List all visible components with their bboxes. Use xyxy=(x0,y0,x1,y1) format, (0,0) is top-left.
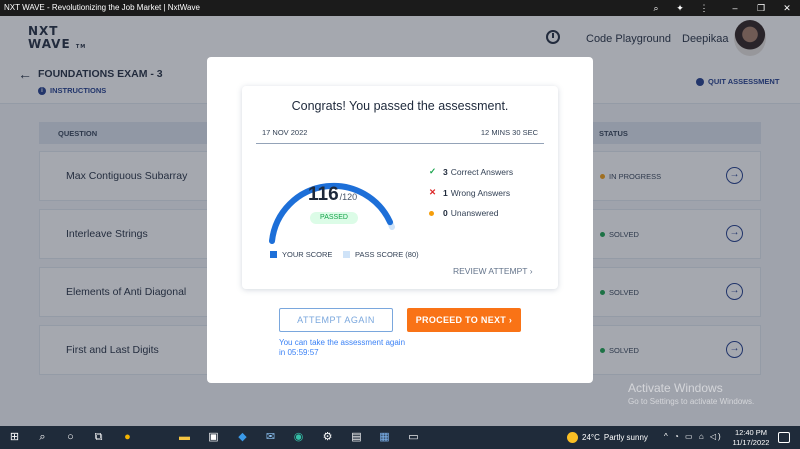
pass-score-swatch xyxy=(343,251,350,258)
your-score-swatch xyxy=(270,251,277,258)
wrong-answers-stat: ✕ 1 Wrong Answers xyxy=(429,187,510,198)
legend-your-score: YOUR SCORE xyxy=(270,250,332,259)
cortana-icon[interactable]: ○ xyxy=(64,431,77,444)
edge-icon[interactable]: ◉ xyxy=(292,431,305,444)
windows-start-icon[interactable]: ⊞ xyxy=(8,431,21,444)
temperature: 24°C xyxy=(582,433,600,442)
score-display: 116/120 xyxy=(308,184,357,206)
activate-windows-watermark: Activate Windows Go to Settings to activ… xyxy=(628,381,754,406)
review-attempt-label: REVIEW ATTEMPT xyxy=(453,266,528,276)
close-icon[interactable]: ✕ xyxy=(774,0,800,16)
retake-note: You can take the assessment again in 05:… xyxy=(279,338,406,357)
passed-badge: PASSED xyxy=(310,212,358,224)
score-total: /120 xyxy=(339,192,358,202)
dot-icon xyxy=(429,208,443,218)
app-icon[interactable]: ▤ xyxy=(350,431,363,444)
chevron-right-icon: › xyxy=(529,266,533,276)
result-card: Congrats! You passed the assessment. 17 … xyxy=(242,86,558,289)
windows-taskbar: ⊞ ⌕ ○ ⧉ ● ▬ ▣ ◆ ✉ ◉ ⚙ ▤ ▦ ▭ 24°C Partly … xyxy=(0,426,800,449)
watermark-line2: Go to Settings to activate Windows. xyxy=(628,397,755,406)
correct-count: 3 xyxy=(443,166,448,177)
attempt-again-button[interactable]: ATTEMPT AGAIN xyxy=(279,308,393,332)
notification-icon[interactable] xyxy=(778,432,790,443)
correct-answers-stat: ✓ 3 Correct Answers xyxy=(429,166,513,177)
search-icon[interactable]: ⌕ xyxy=(36,431,49,444)
extensions-icon[interactable]: ✦ xyxy=(668,0,692,16)
wrong-count: 1 xyxy=(443,187,448,198)
browser-menu-icon[interactable]: ⋮ xyxy=(692,0,716,16)
clock-time: 12:40 PM xyxy=(734,428,768,437)
chrome-icon[interactable]: ● xyxy=(121,431,134,444)
result-heading: Congrats! You passed the assessment. xyxy=(291,99,509,113)
wrong-label: Wrong Answers xyxy=(450,187,511,198)
your-score-label: YOUR SCORE xyxy=(282,250,333,259)
score-value: 116 xyxy=(308,184,339,205)
mail-icon[interactable]: ✉ xyxy=(264,431,277,444)
clock-date: 11/17/2022 xyxy=(732,438,770,447)
file-explorer-icon[interactable]: ▬ xyxy=(178,431,191,444)
legend-pass-score: PASS SCORE (80) xyxy=(343,250,419,259)
task-view-icon[interactable]: ⧉ xyxy=(92,431,105,444)
weather-text: Partly sunny xyxy=(603,433,648,442)
nxtwave-app-icon[interactable]: ▦ xyxy=(378,431,391,444)
unanswered-stat: 0 Unanswered xyxy=(429,208,498,218)
weather-widget[interactable]: 24°C Partly sunny xyxy=(567,432,648,443)
pass-score-label: PASS SCORE (80) xyxy=(355,250,419,259)
exam-duration: 12 MINS 30 SEC xyxy=(480,128,538,137)
cross-icon: ✕ xyxy=(429,187,437,197)
unanswered-label: Unanswered xyxy=(450,208,499,218)
taskbar-clock[interactable]: 12:40 PM 11/17/2022 xyxy=(732,428,770,448)
screen-icon[interactable]: ▭ xyxy=(407,431,420,444)
settings-icon[interactable]: ⚙ xyxy=(321,431,334,444)
exam-date: 17 NOV 2022 xyxy=(262,128,308,137)
system-tray-icons[interactable]: ^ ◔ ▭ ⌂ ◁) xyxy=(664,432,723,441)
browser-title: NXT WAVE - Revolutionizing the Job Marke… xyxy=(4,3,200,12)
proceed-label: PROCEED TO NEXT xyxy=(415,315,507,325)
unanswered-count: 0 xyxy=(443,208,448,218)
check-icon: ✓ xyxy=(429,166,437,176)
browser-title-bar: NXT WAVE - Revolutionizing the Job Marke… xyxy=(0,0,800,16)
minimize-icon[interactable]: – xyxy=(722,0,748,16)
vscode-icon[interactable]: ◆ xyxy=(236,431,249,444)
correct-label: Correct Answers xyxy=(450,166,514,177)
zoom-icon[interactable]: ⌕ xyxy=(644,0,668,16)
proceed-to-next-button[interactable]: PROCEED TO NEXT › xyxy=(407,308,521,332)
result-modal: Congrats! You passed the assessment. 17 … xyxy=(207,57,593,383)
weather-icon xyxy=(567,432,578,443)
review-attempt-link[interactable]: REVIEW ATTEMPT › xyxy=(453,266,533,276)
divider xyxy=(256,143,544,144)
store-icon[interactable]: ▣ xyxy=(207,431,220,444)
restore-icon[interactable]: ❐ xyxy=(748,0,774,16)
chevron-right-icon: › xyxy=(508,315,513,325)
watermark-line1: Activate Windows xyxy=(628,381,723,395)
